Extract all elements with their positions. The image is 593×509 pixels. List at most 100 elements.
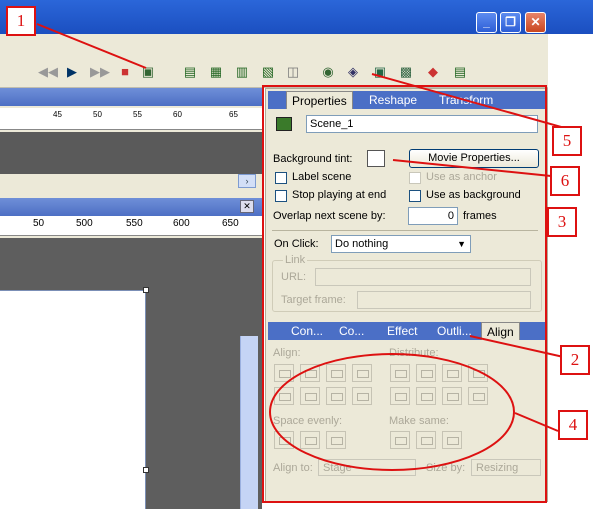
timeline-scroll-button[interactable]: › <box>238 174 256 188</box>
target-frame-select[interactable] <box>357 291 531 309</box>
tab-transform[interactable]: Transform <box>434 91 498 109</box>
movie-properties-button[interactable]: Movie Properties... <box>409 149 539 168</box>
ruler-label: 550 <box>126 218 143 229</box>
callout-4: 4 <box>558 410 588 440</box>
align-to-select[interactable]: Stage <box>318 459 416 476</box>
stage-scrollbar[interactable] <box>240 336 258 509</box>
title-bar: _ ❐ ✕ <box>0 0 593 34</box>
tab-properties[interactable]: Properties <box>286 91 353 109</box>
scene-icon <box>276 117 292 131</box>
align-none-v-button[interactable] <box>352 387 372 405</box>
url-field[interactable] <box>315 268 531 286</box>
align-to-value: Stage <box>323 462 352 474</box>
tab-co[interactable]: Co... <box>334 322 369 340</box>
distribute-height-button[interactable] <box>468 387 488 405</box>
globe-icon[interactable]: ◉ <box>320 64 336 80</box>
toolbar: ◀◀ ▶ ▶▶ ■ ▣ ▤ ▦ ▥ ▧ ◫ ◉ ◈ ▣ ▩ ◆ ▤ <box>0 34 548 88</box>
overlap-field[interactable]: 0 <box>408 207 458 225</box>
distribute-top-button[interactable] <box>390 387 410 405</box>
insert-icon[interactable]: ▦ <box>208 64 224 80</box>
align-right-button[interactable] <box>326 364 346 382</box>
text-icon[interactable]: ▤ <box>452 64 468 80</box>
frame-icon[interactable]: ▩ <box>398 64 414 80</box>
distribute-width-button[interactable] <box>468 364 488 382</box>
timeline-track[interactable] <box>0 132 262 174</box>
play-icon[interactable]: ▶ <box>64 64 80 80</box>
timeline-ruler: 45 50 55 60 65 <box>0 108 262 130</box>
hide-icon[interactable]: ◫ <box>285 64 301 80</box>
size-by-value: Resizing <box>476 462 519 474</box>
make-same-label: Make same: <box>389 415 449 427</box>
distribute-middle-button[interactable] <box>416 387 436 405</box>
minimize-button[interactable]: _ <box>476 12 497 33</box>
stage-close-button[interactable]: ✕ <box>240 200 254 213</box>
stop-icon[interactable]: ■ <box>117 64 133 80</box>
distribute-bottom-button[interactable] <box>442 387 462 405</box>
align-none-button[interactable] <box>352 364 372 382</box>
scene-name-field[interactable]: Scene_1 <box>306 115 538 133</box>
symbol-icon[interactable]: ▣ <box>372 64 388 80</box>
same-size-button[interactable] <box>442 431 462 449</box>
divider <box>272 230 538 231</box>
overlap-label: Overlap next scene by: <box>273 210 386 222</box>
tab-con[interactable]: Con... <box>286 322 328 340</box>
stage-ruler: 50 500 550 600 650 <box>0 216 262 236</box>
use-as-anchor-label: Use as anchor <box>426 171 497 183</box>
distribute-right-button[interactable] <box>442 364 462 382</box>
space-horizontal-button[interactable] <box>274 431 294 449</box>
layer-icon[interactable]: ◈ <box>345 64 361 80</box>
use-as-background-checkbox[interactable] <box>409 190 421 202</box>
same-height-button[interactable] <box>416 431 436 449</box>
tab-outline[interactable]: Outli... <box>432 322 477 340</box>
align-left-button[interactable] <box>274 364 294 382</box>
stop-playing-checkbox[interactable] <box>275 190 287 202</box>
add-scene-icon[interactable]: ▤ <box>182 64 198 80</box>
forward-icon[interactable]: ▶▶ <box>90 64 110 80</box>
restore-button[interactable]: ❐ <box>500 12 521 33</box>
align-tabbar: Con... Co... Effect Outli... Align <box>268 322 546 340</box>
on-click-label: On Click: <box>274 238 319 250</box>
callout-5: 5 <box>552 126 582 156</box>
ruler-label: 500 <box>76 218 93 229</box>
ruler-label: 50 <box>93 110 102 119</box>
duplicate-icon[interactable]: ▧ <box>260 64 276 80</box>
tab-align[interactable]: Align <box>481 322 520 340</box>
align-label: Align: <box>273 347 301 359</box>
callout-6: 6 <box>550 166 580 196</box>
resize-handle[interactable] <box>143 467 149 473</box>
target-frame-label: Target frame: <box>281 294 346 306</box>
align-middle-button[interactable] <box>300 387 320 405</box>
close-button[interactable]: ✕ <box>525 12 546 33</box>
timeline-header <box>0 88 262 106</box>
space-both-button[interactable] <box>326 431 346 449</box>
label-scene-checkbox[interactable] <box>275 172 287 184</box>
use-as-anchor-checkbox[interactable] <box>409 172 421 184</box>
workspace-panel: 45 50 55 60 65 › ✕ 50 500 550 600 650 <box>0 88 262 509</box>
align-center-button[interactable] <box>300 364 320 382</box>
distribute-center-button[interactable] <box>416 364 436 382</box>
tab-reshape[interactable]: Reshape <box>364 91 422 109</box>
callout-3: 3 <box>547 207 577 237</box>
on-click-value: Do nothing <box>335 238 389 250</box>
on-click-select[interactable]: Do nothing ▼ <box>331 235 471 253</box>
align-top-button[interactable] <box>274 387 294 405</box>
callout-2: 2 <box>560 345 590 375</box>
distribute-left-button[interactable] <box>390 364 410 382</box>
ruler-label: 650 <box>222 218 239 229</box>
resize-handle[interactable] <box>143 287 149 293</box>
space-evenly-label: Space evenly: <box>273 415 343 427</box>
label-scene-label: Label scene <box>292 171 352 183</box>
distribute-label: Distribute: <box>389 347 439 359</box>
size-by-select[interactable]: Resizing <box>471 459 541 476</box>
align-bottom-button[interactable] <box>326 387 346 405</box>
rewind-icon[interactable]: ◀◀ <box>38 64 58 80</box>
space-vertical-button[interactable] <box>300 431 320 449</box>
scene-icon[interactable]: ▣ <box>140 64 156 80</box>
delete-icon[interactable]: ▥ <box>234 64 250 80</box>
same-width-button[interactable] <box>390 431 410 449</box>
link-group: Link URL: Target frame: <box>272 254 542 312</box>
background-tint-swatch[interactable] <box>367 150 385 167</box>
tween-icon[interactable]: ◆ <box>425 64 441 80</box>
tab-effect[interactable]: Effect <box>382 322 422 340</box>
movie-area[interactable] <box>0 287 149 509</box>
